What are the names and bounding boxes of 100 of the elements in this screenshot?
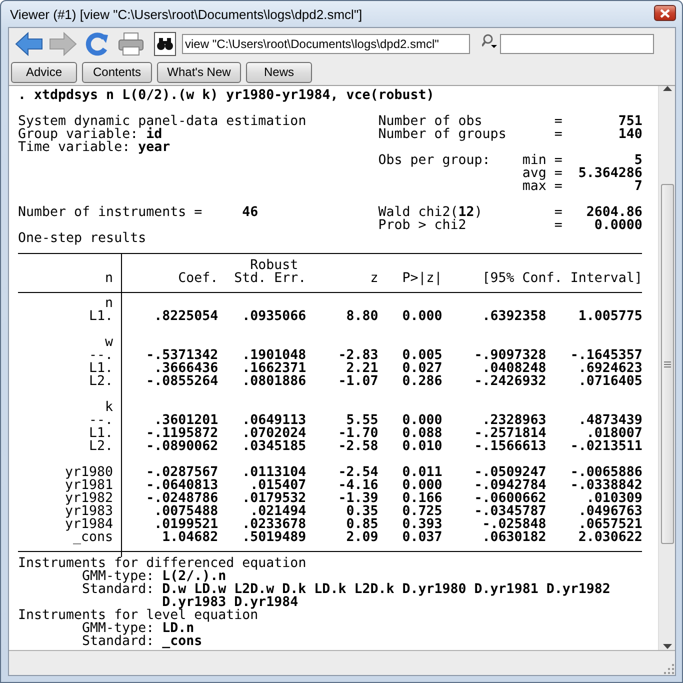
row-label: L1. [18, 310, 122, 323]
table-cell-text: .0113104 [241, 466, 306, 479]
nav-button[interactable]: What's New [157, 62, 241, 82]
table-cell-text: .1901048 [241, 349, 306, 362]
table-cell-text: 2.21 [346, 362, 378, 375]
table-cell-text: 2.09 [345, 531, 378, 544]
table-cell-text: -.0855264 [145, 375, 218, 388]
table-cell-text: -.2426932 [473, 375, 546, 388]
table-cell-text: .8225054 [153, 310, 218, 323]
table-cell-text: 0.35 [345, 505, 378, 518]
nav-button[interactable]: Contents [82, 62, 152, 82]
table-cell-text: 0.000 [401, 479, 442, 492]
table-cell-text: 0.088 [401, 427, 442, 440]
table-cell-text: .5019489 [241, 531, 306, 544]
printer-icon[interactable] [118, 32, 144, 56]
search-icon[interactable] [482, 33, 498, 49]
table-cell-text: -.0509247 [473, 466, 546, 479]
table-cell-text: .2328963 [482, 414, 546, 427]
table-cell-text: .0075488 [153, 505, 218, 518]
table-cell-text: -.0640813 [145, 479, 218, 492]
info-line: Time variable: year [18, 141, 172, 154]
table-cell-text: -1.07 [337, 375, 378, 388]
column-header: Std. Err. [233, 272, 306, 285]
close-button[interactable] [654, 5, 676, 21]
grip-icon [664, 360, 670, 368]
entry-value: L(2/.).n [162, 570, 228, 583]
section-title: Instruments for level equation [18, 609, 258, 622]
table-cell-text: .3666436 [154, 362, 218, 375]
stat-value: 140 [617, 128, 642, 141]
entry-value: D.w LD.w L2D.w D.k LD.k L2D.k D.yr1980 D.yr1981 D.yr1982 [162, 583, 612, 596]
entry-label: GMM-type: [82, 570, 156, 583]
equals-sign: = [554, 167, 564, 180]
equals-sign: = [554, 154, 564, 167]
equals-sign: = [554, 206, 564, 219]
forward-arrow-icon[interactable] [49, 32, 77, 56]
row-label: w [18, 336, 122, 349]
table-cell-text: 8.80 [345, 310, 378, 323]
row-label: yr1981 [18, 479, 122, 492]
row-label: n [18, 297, 122, 310]
table-cell-text: .6924623 [577, 362, 642, 375]
stat-label: Prob > chi2 [378, 219, 468, 232]
table-cell-text: 0.005 [401, 349, 442, 362]
table-cell-text: 0.725 [401, 505, 442, 518]
column-header: Robust [250, 259, 298, 272]
table-cell-text: -.0942784 [473, 479, 546, 492]
refresh-icon[interactable] [85, 32, 109, 56]
table-cell-text: .6392358 [481, 310, 546, 323]
entry-label: Standard: [82, 583, 156, 596]
row-label: yr1984 [18, 518, 122, 531]
table-cell-text: .0702024 [241, 427, 306, 440]
address-field[interactable]: view "C:\Users\root\Documents\logs\dpd2.smcl" [182, 34, 470, 54]
table-cell-text: .0935066 [241, 310, 306, 323]
entry-label: Standard: [82, 635, 156, 648]
row-label: L2. [18, 440, 122, 453]
scroll-up-icon[interactable] [662, 86, 672, 92]
column-header: Coef. [177, 272, 218, 285]
table-cell-text: -.2571814 [473, 427, 546, 440]
table-cell-text: .3601201 [154, 414, 218, 427]
table-cell-text: .015407 [250, 479, 306, 492]
table-cell-text: .018007 [586, 427, 642, 440]
stat-label: Number of groups [378, 128, 508, 141]
entry-value: D.yr1983 D.yr1984 [162, 596, 300, 609]
table-cell-text: .021494 [250, 505, 306, 518]
back-arrow-icon[interactable] [15, 32, 43, 56]
table-cell-text: 0.027 [401, 362, 442, 375]
search-field[interactable] [500, 34, 654, 54]
entry-value: _cons [162, 635, 204, 648]
table-cell-text: -2.54 [337, 466, 378, 479]
table-cell-text: .0630182 [481, 531, 546, 544]
find-button[interactable] [154, 32, 176, 56]
table-cell-text: 0.011 [401, 466, 442, 479]
resize-grip-icon[interactable] [663, 663, 675, 675]
table-cell-text: 1.04682 [161, 531, 218, 544]
table-cell-text: 5.55 [346, 414, 378, 427]
section-title: One-step results [18, 232, 148, 245]
table-cell-text: -.1645357 [569, 349, 642, 362]
table-cell-text: 0.286 [401, 375, 442, 388]
section-title: Instruments for differenced equation [18, 557, 308, 570]
nav-button[interactable]: Advice [11, 62, 77, 82]
entry-value: LD.n [162, 622, 195, 635]
table-cell-text: -.1566613 [473, 440, 546, 453]
table-cell-text: .0233678 [241, 518, 306, 531]
command-line: . xtdpdsys n L(0/2).(w k) yr1980-yr1984, vce(robust) [18, 89, 436, 102]
table-cell-text: -.0890062 [145, 440, 218, 453]
binoculars-icon [157, 36, 173, 50]
column-header: P>|z| [401, 272, 442, 285]
row-label: k [18, 401, 122, 414]
column-header: z [369, 272, 378, 285]
row-label: yr1983 [18, 505, 122, 518]
info-line: Group variable: id [18, 128, 162, 141]
row-label: --. [18, 349, 122, 362]
stat-value: 2604.86 [585, 206, 642, 219]
close-icon [660, 8, 670, 18]
row-label: --. [18, 414, 122, 427]
nav-button[interactable]: News [246, 62, 312, 82]
row-label: L1. [18, 362, 122, 375]
stat-value: 5 [634, 154, 642, 167]
table-cell-text: 0.000 [401, 310, 442, 323]
table-cell-text: -.5371342 [145, 349, 218, 362]
table-cell-text: 0.166 [401, 492, 442, 505]
